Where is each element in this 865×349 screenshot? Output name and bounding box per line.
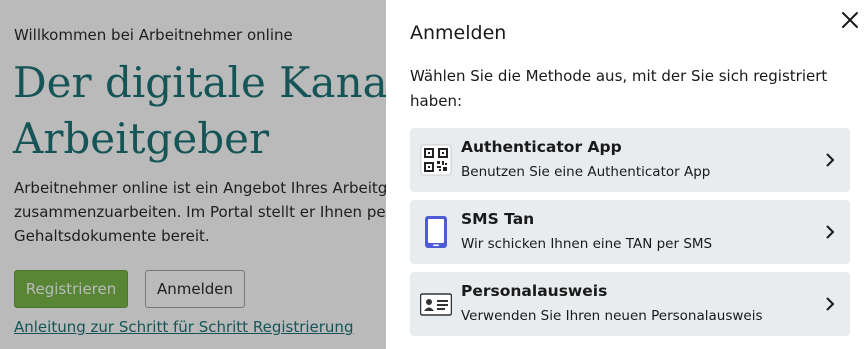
close-icon[interactable] xyxy=(839,9,861,31)
smartphone-icon xyxy=(420,216,452,248)
method-title: Personalausweis xyxy=(461,282,608,300)
method-sms-tan[interactable]: SMS Tan Wir schicken Ihnen eine TAN per … xyxy=(410,200,850,264)
method-description: Benutzen Sie eine Authenticator App xyxy=(461,164,711,180)
login-drawer: Anmelden Wählen Sie die Methode aus, mit… xyxy=(386,0,865,349)
chevron-right-icon xyxy=(824,152,836,168)
method-personalausweis[interactable]: Personalausweis Verwenden Sie Ihren neue… xyxy=(410,272,850,336)
method-description: Verwenden Sie Ihren neuen Personalauswei… xyxy=(461,308,763,324)
drawer-subtitle: Wählen Sie die Methode aus, mit der Sie … xyxy=(410,67,828,110)
qr-code-icon xyxy=(420,144,452,176)
method-title: SMS Tan xyxy=(461,210,535,228)
method-title: Authenticator App xyxy=(461,138,622,156)
id-card-icon xyxy=(419,288,453,320)
method-description: Wir schicken Ihnen eine TAN per SMS xyxy=(461,236,713,252)
method-authenticator-app[interactable]: Authenticator App Benutzen Sie eine Auth… xyxy=(410,128,850,192)
chevron-right-icon xyxy=(824,224,836,240)
chevron-right-icon xyxy=(824,296,836,312)
drawer-title: Anmelden xyxy=(410,22,507,44)
